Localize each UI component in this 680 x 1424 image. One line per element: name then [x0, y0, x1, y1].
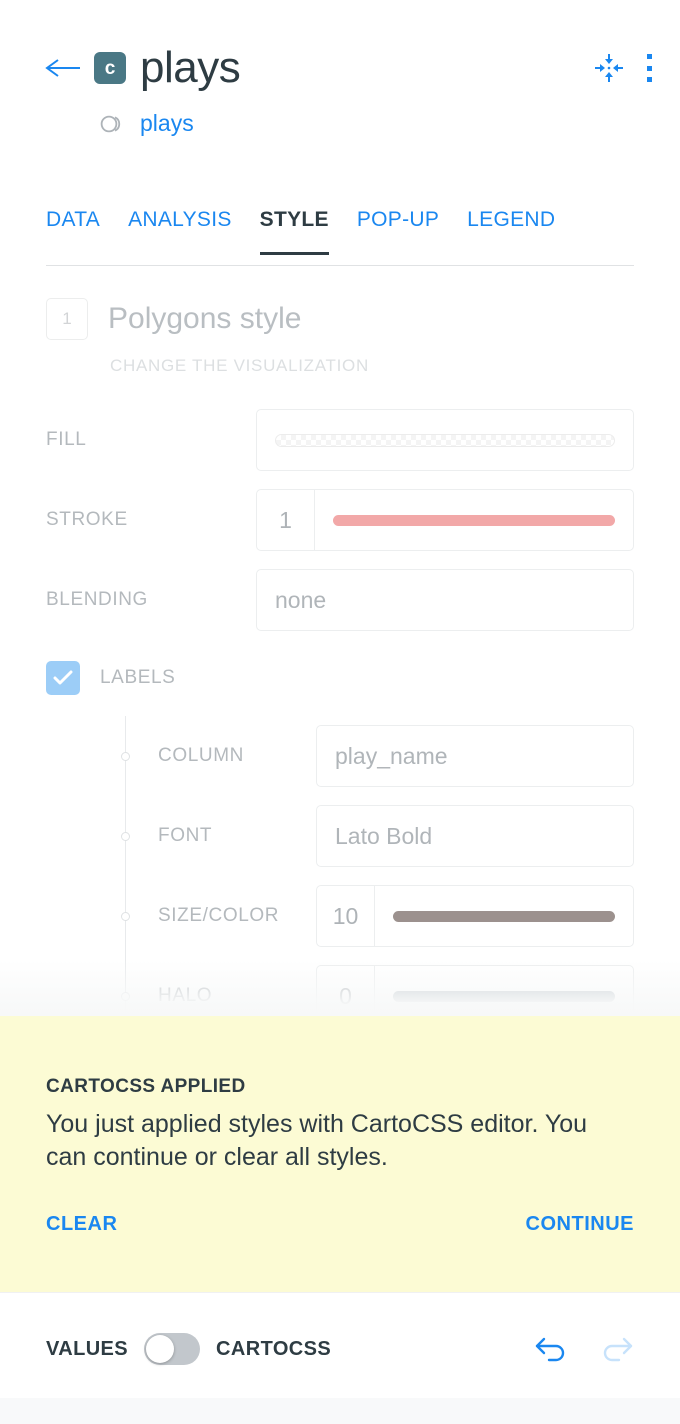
- size-value[interactable]: 10: [317, 886, 375, 946]
- stroke-color-picker[interactable]: [315, 490, 633, 550]
- continue-button[interactable]: CONTINUE: [526, 1213, 634, 1236]
- more-options-button[interactable]: [646, 54, 652, 82]
- size-color-label: SIZE/COLOR: [158, 905, 280, 926]
- dataset-link[interactable]: plays: [100, 110, 194, 137]
- stroke-label: STROKE: [46, 509, 128, 530]
- kebab-dot: [646, 54, 652, 59]
- section-subtitle: CHANGE THE VISUALIZATION: [110, 356, 369, 375]
- banner-message: You just applied styles with CartoCSS ed…: [46, 1110, 588, 1172]
- values-label: VALUES: [46, 1337, 129, 1360]
- tab-legend[interactable]: LEGEND: [467, 208, 555, 254]
- property-row-font: FONT Lato Bold: [0, 796, 680, 876]
- fill-label: FILL: [46, 429, 87, 450]
- toggle-knob: [146, 1335, 175, 1363]
- labels-label: LABELS: [100, 667, 176, 688]
- tab-analysis[interactable]: ANALYSIS: [128, 208, 232, 254]
- blending-select[interactable]: none: [256, 569, 634, 631]
- blending-value: none: [275, 586, 327, 613]
- section-header: 1 Polygons style CHANGE THE VISUALIZATIO…: [46, 298, 634, 376]
- kebab-dot: [646, 77, 652, 82]
- zoom-to-fit-button[interactable]: [594, 53, 624, 83]
- column-value: play_name: [335, 742, 448, 769]
- banner-title: CARTOCSS APPLIED: [46, 1076, 246, 1097]
- undo-button[interactable]: [534, 1335, 570, 1363]
- fill-swatch-transparent: [275, 433, 615, 447]
- tab-bar: DATA ANALYSIS STYLE POP-UP LEGEND: [46, 208, 634, 266]
- carto-logo-badge: c: [94, 52, 126, 84]
- values-cartocss-toggle[interactable]: [144, 1333, 201, 1365]
- step-number: 1: [46, 298, 88, 340]
- style-properties: FILL STROKE 1 BLENDING none LABELS COLUM…: [0, 400, 680, 1116]
- property-row-column: COLUMN play_name: [0, 716, 680, 796]
- blending-label: BLENDING: [46, 589, 148, 610]
- fill-color-picker[interactable]: [256, 409, 634, 471]
- font-label: FONT: [158, 825, 213, 846]
- panel-header: c plays plays: [0, 0, 680, 180]
- labels-checkbox[interactable]: [46, 661, 80, 695]
- cartocss-label: CARTOCSS: [216, 1337, 332, 1360]
- tree-node-dot: [121, 992, 130, 1001]
- tab-data[interactable]: DATA: [46, 208, 100, 254]
- property-row-blending: BLENDING none: [0, 560, 680, 640]
- redo-button[interactable]: [598, 1335, 634, 1363]
- column-label: COLUMN: [158, 745, 244, 766]
- tree-node-dot: [121, 752, 130, 761]
- font-value: Lato Bold: [335, 822, 433, 849]
- page-title: plays: [140, 43, 241, 92]
- arrow-left-icon: [45, 59, 80, 77]
- halo-label: HALO: [158, 985, 213, 1006]
- kebab-dot: [646, 65, 652, 71]
- stroke-width-value[interactable]: 1: [257, 490, 315, 550]
- property-row-stroke: STROKE 1: [0, 480, 680, 560]
- section-title: Polygons style: [108, 302, 302, 335]
- font-select[interactable]: Lato Bold: [316, 805, 634, 867]
- dataset-icon: [100, 114, 128, 134]
- redo-arrow-icon: [603, 1337, 633, 1362]
- footer-bottom-strip: [0, 1398, 680, 1424]
- size-color-swatch: [393, 910, 615, 922]
- column-select[interactable]: play_name: [316, 725, 634, 787]
- editor-footer: VALUES CARTOCSS: [0, 1292, 680, 1424]
- cartocss-applied-banner: CARTOCSS APPLIED You just applied styles…: [0, 1016, 680, 1292]
- halo-swatch: [393, 990, 615, 1002]
- fill-swatch-wrap: [257, 410, 633, 470]
- check-icon: [53, 670, 73, 685]
- size-color-picker[interactable]: [375, 886, 633, 946]
- stroke-field[interactable]: 1: [256, 489, 634, 551]
- property-row-fill: FILL: [0, 400, 680, 480]
- tree-node-dot: [121, 912, 130, 921]
- labels-toggle-row: LABELS: [0, 640, 680, 716]
- tree-node-dot: [121, 832, 130, 841]
- dataset-name: plays: [140, 110, 194, 136]
- style-editor-panel: c plays plays DATA ANALYSIS STYLE POP-UP…: [0, 0, 680, 1424]
- property-row-size-color: SIZE/COLOR 10: [0, 876, 680, 956]
- back-button[interactable]: [44, 50, 86, 86]
- stroke-swatch: [333, 514, 615, 526]
- clear-button[interactable]: CLEAR: [46, 1213, 117, 1236]
- tab-style[interactable]: STYLE: [259, 208, 330, 255]
- size-color-field[interactable]: 10: [316, 885, 634, 947]
- undo-arrow-icon: [535, 1337, 565, 1362]
- tab-popup[interactable]: POP-UP: [357, 208, 439, 254]
- zoom-to-fit-icon: [595, 54, 623, 82]
